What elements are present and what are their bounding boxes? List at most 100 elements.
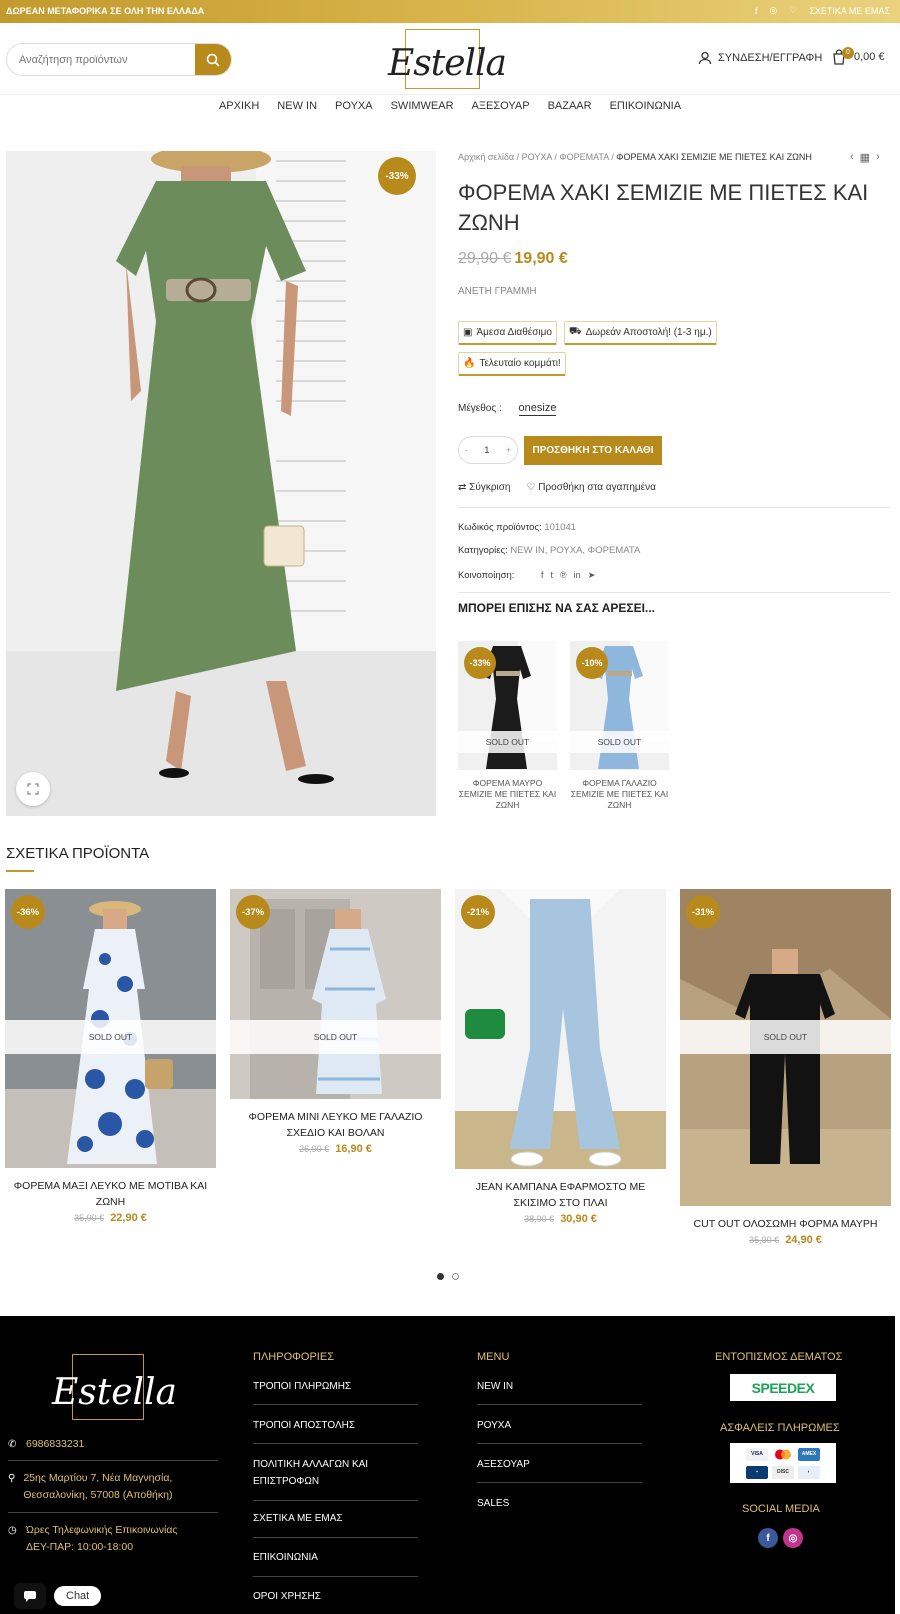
- chat-bubble-icon[interactable]: [14, 1583, 46, 1609]
- twitter-icon[interactable]: t: [551, 570, 554, 581]
- qty-value[interactable]: 1: [484, 445, 489, 455]
- product-card-name[interactable]: ΦΟΡΕΜΑ ΜΙΝΙ ΛΕΥΚΟ ΜΕ ΓΑΛΑΖΙΟ ΣΧΕΔΙΟ ΚΑΙ …: [230, 1109, 441, 1141]
- facebook-icon[interactable]: f: [541, 570, 544, 581]
- product-gallery[interactable]: -33%: [6, 151, 436, 816]
- breadcrumb-home[interactable]: Αρχική σελίδα: [458, 152, 514, 162]
- upsell-card[interactable]: -10% SOLD OUT ΦΟΡΕΜΑ ΓΑΛΑΖΙΟ ΣΕΜΙΖΙΕ ΜΕ …: [570, 641, 669, 811]
- footer-menu-clothes[interactable]: ΡΟΥΧΑ: [477, 1417, 511, 1434]
- upsell-image: -33% SOLD OUT: [458, 641, 557, 770]
- nav-contact[interactable]: ΕΠΙΚΟΙΝΩΝΙΑ: [610, 100, 681, 112]
- account-link[interactable]: ΣΥΝΔΕΣΗ/ΕΓΓΡΑΦΗ: [698, 51, 822, 65]
- current-price: 16,90 €: [335, 1143, 372, 1155]
- footer-link-terms[interactable]: ΟΡΟΙ ΧΡΗΣΗΣ: [253, 1588, 321, 1605]
- nav-swimwear[interactable]: SWIMWEAR: [391, 100, 454, 112]
- upsell-card[interactable]: -33% SOLD OUT ΦΟΡΕΜΑ ΜΑΥΡΟ ΣΕΜΙΖΙΕ ΜΕ ΠΙ…: [458, 641, 557, 811]
- product-card[interactable]: -21% JEAN ΚΑΜΠΑΝΑ ΕΦΑΡΜΟΣΤΟ ΜΕ ΣΚΙΣΙΜΟ Σ…: [455, 889, 666, 1225]
- product-card-name[interactable]: ΦΟΡΕΜΑ ΜΑΞΙ ΛΕΥΚΟ ΜΕ ΜΟΤΙΒΑ ΚΑΙ ΖΩΝΗ: [5, 1178, 216, 1210]
- search-icon: [206, 53, 220, 67]
- product-card[interactable]: -36% SOLD OUT ΦΟΡΕΜΑ ΜΑΞΙ ΛΕΥΚΟ ΜΕ ΜΟΤΙΒ…: [5, 889, 216, 1224]
- categories-label: Κατηγορίες:: [458, 545, 508, 556]
- qty-minus-button[interactable]: -: [465, 445, 468, 455]
- product-price: 29,90 €19,90 €: [458, 250, 568, 268]
- add-to-cart-button[interactable]: ΠΡΟΣΘΗΚΗ ΣΤΟ ΚΑΛΑΘΙ: [524, 436, 662, 465]
- nav-home[interactable]: ΑΡΧΙΚΗ: [219, 100, 259, 112]
- footer-link-payment[interactable]: ΤΡΟΠΟΙ ΠΛΗΡΩΜΗΣ: [253, 1378, 351, 1395]
- footer-link-shipping[interactable]: ΤΡΟΠΟΙ ΑΠΟΣΤΟΛΗΣ: [253, 1417, 355, 1434]
- header: Estella ΣΥΝΔΕΣΗ/ΕΓΓΡΑΦΗ 0 0,00 €: [0, 23, 900, 95]
- compare-link[interactable]: ⇄ Σύγκριση: [458, 482, 510, 493]
- footer-menu-new-in[interactable]: NEW IN: [477, 1378, 513, 1395]
- grid-icon[interactable]: ▦: [860, 151, 870, 164]
- old-price: 29,90 €: [458, 250, 512, 267]
- about-link[interactable]: ΣΧΕΤΙΚΑ ΜΕ ΕΜΑΣ: [809, 6, 890, 16]
- footer-menu-sales[interactable]: SALES: [477, 1495, 509, 1512]
- jeans-image: [455, 889, 666, 1169]
- instagram-icon[interactable]: ◎: [783, 1528, 803, 1548]
- breadcrumb-dresses[interactable]: ΦΟΡΕΜΑΤΑ: [559, 152, 608, 162]
- address-value: 25ης Μαρτίου 7, Νέα Μαγνησία, Θεσσαλονίκ…: [23, 1472, 173, 1501]
- nav-clothes[interactable]: ΡΟΥΧΑ: [335, 100, 373, 112]
- instagram-icon[interactable]: ◎: [769, 5, 777, 16]
- menu-title: MENU: [477, 1351, 510, 1363]
- divider: [253, 1576, 418, 1577]
- tag-free-shipping: ⛟ Δωρεάν Αποστολή! (1-3 ημ.): [564, 321, 717, 345]
- footer-logo[interactable]: Estella: [52, 1372, 177, 1413]
- chat-widget[interactable]: Chat: [14, 1583, 102, 1609]
- footer-link-about[interactable]: ΣΧΕΤΙΚΑ ΜΕ ΕΜΑΣ: [253, 1510, 343, 1527]
- heart-icon[interactable]: ♡: [789, 5, 797, 16]
- product-card-name[interactable]: CUT OUT ΟΛΟΣΩΜΗ ΦΟΡΜΑ ΜΑΥΡΗ: [680, 1216, 891, 1232]
- search-input[interactable]: [7, 44, 192, 75]
- chat-label[interactable]: Chat: [54, 1586, 102, 1606]
- carousel-dot[interactable]: [452, 1273, 459, 1280]
- product-card[interactable]: -31% SOLD OUT CUT OUT ΟΛΟΣΩΜΗ ΦΟΡΜΑ ΜΑΥΡ…: [680, 889, 891, 1246]
- sold-out-label: SOLD OUT: [570, 731, 669, 753]
- nav-accessories[interactable]: ΑΞΕΣΟΥΑΡ: [472, 100, 530, 112]
- footer-hours: ◷ Ώρες Τηλεφωνικής Επικοινωνίας ΔΕΥ-ΠΑΡ: 1…: [8, 1522, 208, 1556]
- breadcrumb-current: ΦΟΡΕΜΑ ΧΑΚΙ ΣΕΜΙΖΙΕ ΜΕ ΠΙΕΤΕΣ ΚΑΙ ΖΩΝΗ: [616, 152, 812, 162]
- hours-label: Ώρες Τηλεφωνικής Επικοινωνίας: [26, 1524, 178, 1536]
- footer-link-contact[interactable]: ΕΠΙΚΟΙΝΩΝΙΑ: [253, 1549, 318, 1566]
- footer-link-returns[interactable]: ΠΟΛΙΤΙΚΗ ΑΛΛΑΓΩΝ ΚΑΙ ΕΠΙΣΤΡΟΦΩΝ: [253, 1456, 393, 1490]
- upsell-name[interactable]: ΦΟΡΕΜΑ ΓΑΛΑΖΙΟ ΣΕΜΙΖΙΕ ΜΕ ΠΙΕΤΕΣ ΚΑΙ ΖΩΝ…: [570, 778, 669, 811]
- current-price: 19,90 €: [514, 250, 568, 267]
- cart-total: 0,00 €: [854, 51, 885, 63]
- next-product-icon[interactable]: ›: [876, 151, 880, 164]
- share-label: Κοινοποίηση:: [458, 570, 515, 581]
- compare-label: Σύγκριση: [469, 482, 511, 493]
- divider: [477, 1482, 642, 1483]
- nav-bazaar[interactable]: BAZAAR: [548, 100, 592, 112]
- linkedin-icon[interactable]: in: [574, 570, 581, 581]
- qty-plus-button[interactable]: +: [506, 445, 511, 455]
- facebook-icon[interactable]: f: [755, 6, 758, 16]
- clock-icon: ◷: [8, 1525, 17, 1536]
- telegram-icon[interactable]: ➤: [588, 570, 596, 581]
- search-button[interactable]: [195, 44, 231, 75]
- product-card[interactable]: -37% SOLD OUT ΦΟΡΕΜΑ ΜΙΝΙ ΛΕΥΚΟ ΜΕ ΓΑΛΑΖ…: [230, 889, 441, 1155]
- pinterest-icon[interactable]: ℗: [560, 570, 567, 581]
- wishlist-link[interactable]: ♡ Προσθήκη στα αγαπημένα: [526, 482, 655, 493]
- sold-out-label: SOLD OUT: [458, 731, 557, 753]
- carousel-dots: [437, 1273, 459, 1280]
- discount-badge: -10%: [576, 647, 608, 679]
- footer-phone[interactable]: ✆ 6986833231: [8, 1436, 84, 1453]
- sold-out-label: SOLD OUT: [5, 1020, 216, 1054]
- site-logo[interactable]: Estella: [388, 43, 507, 84]
- nav-new-in[interactable]: NEW IN: [277, 100, 317, 112]
- prev-product-icon[interactable]: ‹: [850, 151, 854, 164]
- zoom-button[interactable]: [16, 772, 50, 806]
- carousel-dot-active[interactable]: [437, 1273, 444, 1280]
- box-icon: ▣: [463, 327, 473, 338]
- product-card-name[interactable]: JEAN ΚΑΜΠΑΝΑ ΕΦΑΡΜΟΣΤΟ ΜΕ ΣΚΙΣΙΜΟ ΣΤΟ ΠΛ…: [455, 1179, 666, 1211]
- divider: [477, 1443, 642, 1444]
- discount-badge: -21%: [461, 895, 495, 929]
- size-option-onesize[interactable]: onesize: [518, 402, 557, 416]
- search-box: [6, 43, 232, 76]
- footer-menu-accessories[interactable]: ΑΞΕΣΟΥΑΡ: [477, 1456, 530, 1473]
- categories-value[interactable]: NEW IN, ΡΟΥΧΑ, ΦΟΡΕΜΑΤΑ: [510, 545, 640, 556]
- facebook-icon[interactable]: f: [758, 1528, 778, 1548]
- discover-icon: DISC: [772, 1465, 794, 1479]
- speedex-logo[interactable]: SPEEDEX: [730, 1374, 836, 1401]
- upsell-name[interactable]: ΦΟΡΕΜΑ ΜΑΥΡΟ ΣΕΜΙΖΙΕ ΜΕ ΠΙΕΤΕΣ ΚΑΙ ΖΩΝΗ: [458, 778, 557, 811]
- cart-link[interactable]: 0 0,00 €: [832, 47, 885, 65]
- breadcrumb-clothes[interactable]: ΡΟΥΧΑ: [522, 152, 552, 162]
